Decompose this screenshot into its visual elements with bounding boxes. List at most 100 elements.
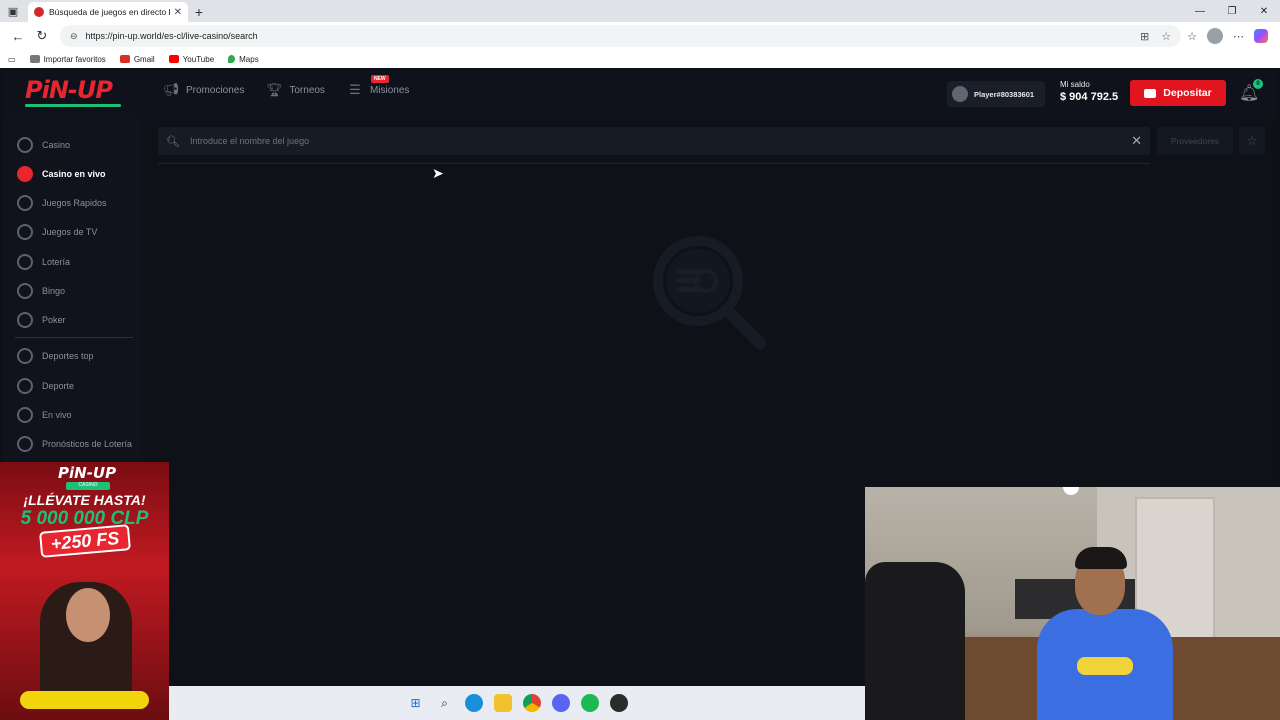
- clear-search-icon[interactable]: ✕: [1131, 133, 1142, 149]
- url-field[interactable]: ⊖ https://pin-up.world/es-cl/live-casino…: [60, 25, 1182, 47]
- lottery-icon: [17, 254, 33, 270]
- window-controls: — ❐ ✕: [1184, 0, 1280, 22]
- webcam-ceiling-light: [1063, 487, 1079, 495]
- promo-ad-overlay[interactable]: PiN-UP CASINO ¡LLÉVATE HASTA! 5 000 000 …: [0, 462, 169, 720]
- nav-label: Promociones: [186, 84, 245, 96]
- sidebar-item-label: Bingo: [42, 286, 66, 296]
- sidebar-item-loteria[interactable]: Lotería: [17, 254, 70, 270]
- sidebar-item-juegos-de-tv[interactable]: Juegos de TV: [17, 224, 97, 240]
- restore-button[interactable]: ❐: [1216, 0, 1248, 22]
- sidebar-item-juegos-rapidos[interactable]: Juegos Rapidos: [17, 195, 107, 211]
- sidebar-item-casino[interactable]: Casino: [17, 137, 70, 153]
- mouse-cursor-icon: ➤: [432, 165, 444, 181]
- chrome-icon[interactable]: [522, 694, 541, 712]
- window-menu-icon[interactable]: ▣: [0, 0, 26, 22]
- nav-misiones[interactable]: ☰ NEW Misiones: [347, 75, 410, 97]
- folder-icon: [29, 55, 40, 63]
- app-available-icon[interactable]: ⊞: [1140, 30, 1149, 43]
- windows-taskbar: ⊞ ⌕: [169, 686, 865, 720]
- maps-pin-icon: [228, 55, 236, 63]
- obs-icon[interactable]: [609, 694, 628, 712]
- file-explorer-icon[interactable]: [493, 694, 512, 712]
- rocket-icon: [17, 195, 33, 211]
- favorite-star-icon[interactable]: ☆: [1161, 30, 1171, 43]
- deposit-button[interactable]: Depositar: [1130, 80, 1226, 106]
- new-tab-button[interactable]: +: [188, 2, 210, 22]
- pinup-favicon-icon: [34, 7, 44, 17]
- game-search-input[interactable]: [190, 136, 1132, 146]
- missions-icon: ☰: [349, 82, 361, 97]
- live-dealer-icon: [17, 166, 33, 182]
- youtube-icon: [168, 55, 179, 63]
- cards-icon: [17, 312, 33, 328]
- sidebar-item-label: Poker: [42, 315, 66, 325]
- url-text: https://pin-up.world/es-cl/live-casino/s…: [85, 31, 258, 41]
- nav-torneos[interactable]: 🏆︎ Torneos: [266, 82, 325, 97]
- sidebar-item-label: En vivo: [42, 410, 72, 420]
- sidebar-item-label: Juegos de TV: [42, 227, 98, 237]
- nav-promociones[interactable]: 📢︎ Promociones: [163, 82, 245, 97]
- tab-actions-icon[interactable]: ▭: [8, 55, 16, 64]
- ad-cta-button[interactable]: [20, 691, 149, 709]
- discord-icon[interactable]: [551, 694, 570, 712]
- back-button[interactable]: ←: [6, 24, 30, 48]
- more-menu-icon[interactable]: ⋯: [1233, 30, 1244, 43]
- balance-value: $ 904 792.5: [1060, 91, 1119, 103]
- lottery-forecast-icon: [17, 436, 33, 452]
- providers-button[interactable]: Proveedores: [1157, 127, 1233, 155]
- webcam-crocodile-logo: [1077, 657, 1133, 675]
- sidebar-item-en-vivo[interactable]: En vivo: [17, 407, 72, 423]
- sidebar-item-deporte[interactable]: Deporte: [17, 378, 74, 394]
- search-divider: [158, 163, 1150, 164]
- bookmark-maps[interactable]: Maps: [228, 55, 259, 64]
- empty-search-magnifier-icon: [653, 236, 766, 349]
- sidebar-item-poker[interactable]: Poker: [17, 312, 66, 328]
- soccer-ball-icon: [17, 378, 33, 394]
- pinup-logo[interactable]: PiN-UP: [25, 77, 121, 107]
- top-nav: 📢︎ Promociones 🏆︎ Torneos ☰ NEW Misiones: [163, 75, 410, 97]
- edge-icon[interactable]: [464, 694, 483, 712]
- game-search-bar: 🔍︎ ✕: [158, 127, 1150, 155]
- bookmark-import[interactable]: Importar favoritos: [29, 55, 106, 64]
- spotify-icon[interactable]: [580, 694, 599, 712]
- bingo-icon: [17, 283, 33, 299]
- bookmark-gmail[interactable]: Gmail: [119, 55, 155, 64]
- favorites-icon[interactable]: ☆: [1187, 30, 1197, 43]
- ad-logo: PiN-UP: [58, 464, 117, 482]
- ad-person-face: [66, 588, 110, 642]
- copilot-icon[interactable]: [1254, 29, 1268, 43]
- profile-avatar[interactable]: [1207, 28, 1223, 44]
- bookmark-label: YouTube: [182, 54, 215, 64]
- favorites-star-button[interactable]: ☆: [1239, 127, 1265, 155]
- taskbar-search-icon[interactable]: ⌕: [436, 694, 454, 712]
- close-tab-icon[interactable]: ✕: [174, 7, 182, 18]
- windows-start-icon[interactable]: ⊞: [407, 694, 425, 712]
- reload-button[interactable]: ↻: [30, 24, 54, 48]
- balance-label: Mi saldo: [1060, 80, 1090, 89]
- sidebar-item-pronosticos-loteria[interactable]: Pronósticos de Lotería: [17, 436, 132, 452]
- ad-headline: ¡LLÉVATE HASTA!: [23, 492, 146, 508]
- minimize-button[interactable]: —: [1184, 0, 1216, 22]
- trophy-icon: [17, 348, 33, 364]
- bookmarks-bar: ▭ Importar favoritos Gmail YouTube Maps: [0, 50, 1280, 68]
- tv-icon: [17, 224, 33, 240]
- tab-strip: ▣ Búsqueda de juegos en directo P ✕ + — …: [0, 0, 1280, 22]
- close-window-button[interactable]: ✕: [1248, 0, 1280, 22]
- bookmark-youtube[interactable]: YouTube: [168, 54, 215, 64]
- sidebar-item-deportes-top[interactable]: Deportes top: [17, 348, 94, 364]
- webcam-overlay: [865, 487, 1280, 720]
- nav-label: Misiones: [369, 84, 410, 96]
- notifications-bell-icon[interactable]: 🔔︎ 0: [1239, 79, 1263, 103]
- browser-window: ▣ Búsqueda de juegos en directo P ✕ + — …: [0, 0, 1280, 720]
- notification-count-badge: 0: [1253, 79, 1263, 89]
- deposit-label: Depositar: [1163, 87, 1212, 99]
- logo-text: PiN-UP: [25, 76, 113, 104]
- browser-tab[interactable]: Búsqueda de juegos en directo P ✕: [28, 2, 188, 22]
- sidebar-item-bingo[interactable]: Bingo: [17, 283, 65, 299]
- sidebar-item-label: Casino: [42, 140, 71, 150]
- player-account[interactable]: Player#80383601: [947, 81, 1045, 107]
- nav-label: Torneos: [289, 84, 325, 96]
- site-info-icon[interactable]: ⊖: [70, 31, 78, 42]
- ad-sub-label: CASINO: [66, 482, 110, 490]
- sidebar-item-casino-en-vivo[interactable]: Casino en vivo: [17, 166, 106, 182]
